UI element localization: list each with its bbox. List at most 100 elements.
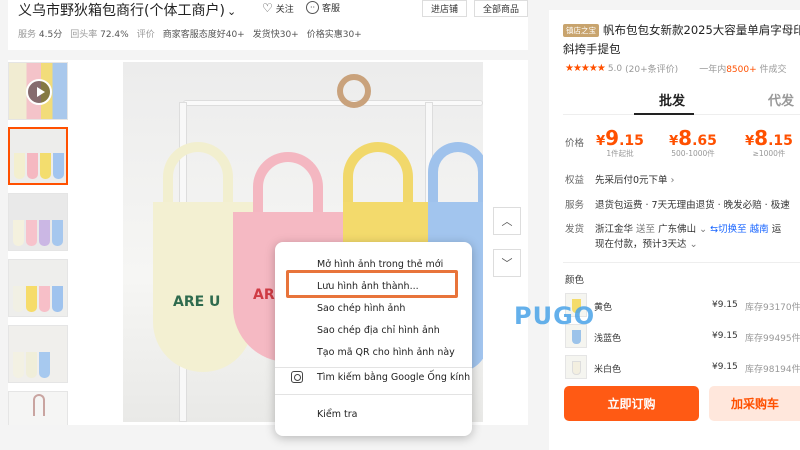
bag-shape bbox=[13, 286, 24, 312]
active-tab-indicator bbox=[634, 113, 694, 115]
bag-shape bbox=[26, 352, 37, 378]
chevron-right-icon: › bbox=[670, 175, 675, 186]
pugo-watermark: PUGO bbox=[514, 302, 596, 330]
thumbnail-video[interactable] bbox=[8, 62, 68, 120]
bag-shape bbox=[27, 153, 38, 179]
currency-symbol: ¥ bbox=[745, 134, 755, 149]
color-price: ¥9.15 bbox=[712, 300, 738, 310]
menu-item-label: Sao chép địa chỉ hình ảnh bbox=[317, 324, 440, 336]
menu-create-qr-code[interactable]: Tạo mã QR cho hình ảnh này bbox=[275, 341, 472, 363]
service-label: 服务 bbox=[565, 200, 585, 211]
menu-inspect[interactable]: Kiểm tra bbox=[275, 403, 472, 425]
product-title-line1: 镇店之宝 帆布包包女新款2025大容量单肩字母印 bbox=[563, 22, 800, 38]
price-tier: ¥9.15 1件起批 bbox=[595, 126, 645, 159]
switch-country-link[interactable]: ⇆切换至 越南 bbox=[710, 224, 769, 235]
ship-to-selector[interactable]: 广东佛山 ⌄ bbox=[658, 224, 707, 235]
follow-button[interactable]: ♡ 关注 bbox=[262, 1, 294, 15]
service-score-value: 4.5分 bbox=[38, 30, 63, 40]
shipping-label: 发货 bbox=[565, 224, 585, 235]
review-count[interactable]: (20+条评价) bbox=[625, 62, 678, 75]
store-name[interactable]: 义乌市野狄箱包商行(个体工商户) ⌄ bbox=[18, 0, 236, 20]
price-tier: ¥8.15 ≥1000件 bbox=[741, 126, 797, 159]
heart-icon: ♡ bbox=[262, 1, 273, 15]
currency-symbol: ¥ bbox=[669, 134, 679, 149]
rights-value-row[interactable]: 先采后付0元下单 › bbox=[595, 172, 674, 186]
delivery-estimate-text: 现在付款，预计3天达 bbox=[595, 239, 687, 250]
thumbnail-image[interactable] bbox=[8, 259, 68, 317]
sales-count: 8500+ bbox=[726, 65, 757, 75]
gallery-up-button[interactable]: ︿ bbox=[493, 207, 521, 235]
bag-shape bbox=[52, 286, 63, 312]
chevron-down-icon: ⌄ bbox=[689, 239, 698, 250]
bag-print: ARE U bbox=[173, 294, 221, 310]
shipping-row: 浙江金华 送至 广东佛山 ⌄ ⇆切换至 越南 运 bbox=[595, 221, 781, 235]
ship-from: 浙江金华 bbox=[595, 224, 634, 235]
color-option[interactable]: 米白色 ¥9.15 库存98194件 bbox=[565, 355, 800, 381]
currency-symbol: ¥ bbox=[596, 134, 606, 149]
bag-shape bbox=[26, 220, 37, 246]
thumbnail-image[interactable] bbox=[8, 325, 68, 383]
bag-shape bbox=[13, 220, 24, 246]
price-decimal: .15 bbox=[768, 133, 793, 149]
price-decimal: .15 bbox=[619, 133, 644, 149]
ship-suffix: 运 bbox=[771, 224, 782, 235]
bag-shape bbox=[52, 220, 63, 246]
add-to-cart-button[interactable]: 加采购车 bbox=[709, 386, 800, 421]
rights-label: 权益 bbox=[565, 175, 585, 186]
review-tag[interactable]: 价格实惠30+ bbox=[307, 27, 362, 40]
review-label: 评价 bbox=[136, 30, 155, 40]
menu-item-label: Sao chép hình ảnh bbox=[317, 302, 406, 314]
thumbnail-image[interactable] bbox=[8, 391, 68, 425]
bag-shape bbox=[26, 286, 37, 312]
bag-shape bbox=[53, 153, 64, 179]
color-name: 米白色 bbox=[594, 365, 622, 375]
enter-store-button[interactable]: 进店铺 bbox=[422, 0, 467, 17]
review-tag[interactable]: 商家客服态度好40+ bbox=[163, 27, 245, 40]
price-decimal: .65 bbox=[692, 133, 717, 149]
ship-to-word: 送至 bbox=[636, 224, 656, 235]
store-stats: 服务 4.5分 回头率 72.4% 评价 商家客服态度好40+ 发货快30+ 价… bbox=[18, 27, 362, 40]
menu-item-label: Tìm kiếm bằng Google Ống kính bbox=[317, 371, 471, 383]
rating-row: ★★★★★ 5.0 (20+条评价) 一年内8500+ 件成交 bbox=[565, 62, 787, 75]
tab-wholesale[interactable]: 批发 bbox=[659, 90, 685, 109]
tab-dropship[interactable]: 代发 bbox=[768, 90, 794, 109]
menu-copy-image[interactable]: Sao chép hình ảnh bbox=[275, 297, 472, 319]
bag-shape bbox=[572, 330, 581, 344]
review-tag[interactable]: 发货快30+ bbox=[253, 27, 299, 40]
buy-now-button[interactable]: 立即订购 bbox=[564, 386, 699, 421]
delivery-estimate[interactable]: 现在付款，预计3天达 ⌄ bbox=[595, 236, 698, 250]
chat-icon: ·· bbox=[306, 1, 319, 14]
gallery-down-button[interactable]: ﹀ bbox=[493, 249, 521, 277]
play-icon bbox=[26, 79, 52, 105]
follow-label: 关注 bbox=[275, 4, 294, 15]
price-integer: 8 bbox=[678, 126, 693, 150]
ship-to: 广东佛山 bbox=[658, 224, 697, 235]
menu-copy-image-address[interactable]: Sao chép địa chỉ hình ảnh bbox=[275, 319, 472, 341]
color-option[interactable]: 黄色 ¥9.15 库存93170件 bbox=[565, 293, 800, 319]
store-name-text: 义乌市野狄箱包商行(个体工商户) bbox=[18, 3, 225, 19]
product-title-text: 帆布包包女新款2025大容量单肩字母印 bbox=[603, 23, 800, 37]
customer-service-button[interactable]: ·· 客服 bbox=[306, 1, 340, 14]
switch-label: 切换至 bbox=[718, 224, 747, 235]
service-value: 退货包运费 · 7天无理由退货 · 晚发必赔 · 极速 bbox=[595, 200, 790, 211]
all-products-button[interactable]: 全部商品 bbox=[474, 0, 528, 17]
chevron-down-icon: ⌄ bbox=[699, 224, 708, 235]
thumbnail-image[interactable] bbox=[8, 193, 68, 251]
wooden-ring bbox=[337, 74, 371, 108]
thumbnail-image[interactable] bbox=[8, 127, 68, 185]
purchase-mode-tabs: 批发 代发 bbox=[563, 90, 800, 114]
rating-value: 5.0 bbox=[607, 63, 623, 74]
chevron-up-icon: ︿ bbox=[501, 215, 513, 228]
color-name: 黄色 bbox=[594, 303, 613, 313]
product-title-line2: 斜挎手提包 bbox=[563, 42, 621, 56]
google-lens-icon bbox=[291, 371, 303, 383]
star-rating-icon: ★★★★★ bbox=[565, 63, 606, 74]
bag-shape bbox=[39, 286, 50, 312]
color-price: ¥9.15 bbox=[712, 362, 738, 372]
color-option[interactable]: 浅蓝色 ¥9.15 库存99495件 bbox=[565, 324, 800, 350]
bag-print: AR bbox=[253, 287, 275, 303]
bag-shape bbox=[14, 153, 25, 179]
color-label: 颜色 bbox=[565, 275, 585, 286]
menu-google-lens-search[interactable]: Tìm kiếm bằng Google Ống kính bbox=[275, 366, 472, 388]
bag-shape bbox=[13, 352, 24, 378]
